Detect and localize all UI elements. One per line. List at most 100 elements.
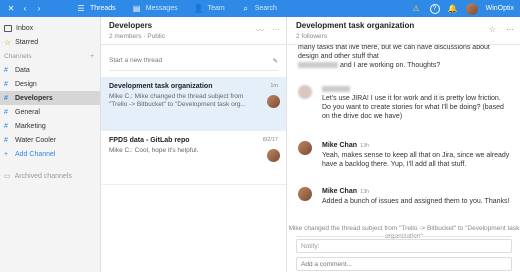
back-arrow-icon[interactable]: ‹ — [20, 4, 30, 14]
avatar — [267, 149, 280, 162]
top-bar-right: ⚠ ? 🔔 WinOptix — [411, 2, 520, 15]
new-thread-placeholder: Start a new thread — [109, 57, 163, 64]
sidebar-item-label: Inbox — [16, 24, 34, 32]
redacted-name — [298, 62, 338, 69]
hash-icon: # — [4, 108, 8, 116]
archived-channels-link[interactable]: ▭ Archived channels — [0, 169, 100, 183]
composer: Notify: — [296, 236, 512, 272]
add-channel-icon[interactable]: + — [90, 53, 94, 60]
sidebar-item-design[interactable]: # Design — [0, 77, 100, 91]
new-thread-input[interactable]: Start a new thread ✎ — [109, 51, 278, 71]
sidebar-item-label: Marketing — [15, 122, 46, 130]
comment-input[interactable] — [301, 260, 507, 268]
help-icon[interactable]: ? — [429, 3, 440, 14]
thread-time: 8/2/17 — [262, 137, 278, 143]
message-author — [322, 85, 510, 94]
sidebar-item-label: Design — [15, 80, 37, 88]
sidebar-item-label: Data — [15, 66, 30, 74]
message-item: Let's use JIRA! I use it for work and it… — [322, 85, 510, 121]
top-bar: ✕ ‹ › ☰ Threads ▤ Messages 👤 Team ⌕ Sear… — [0, 0, 520, 17]
sidebar-item-label: General — [15, 108, 40, 116]
sidebar-item-data[interactable]: # Data — [0, 63, 100, 77]
archive-icon: ▭ — [4, 173, 11, 180]
more-icon[interactable]: ⋯ — [506, 25, 514, 34]
compose-icon[interactable]: ✎ — [273, 57, 278, 65]
warning-icon[interactable]: ⚠ — [411, 4, 422, 14]
sidebar-item-general[interactable]: # General — [0, 105, 100, 119]
nav-search[interactable]: ⌕ Search — [233, 0, 285, 17]
add-channel-link[interactable]: + Add Channel — [0, 147, 100, 161]
add-channel-label: Add Channel — [15, 150, 56, 158]
thread-header: Development task organization 2 follower… — [288, 17, 520, 45]
archived-label: Archived channels — [14, 172, 72, 180]
notify-input[interactable] — [323, 242, 507, 250]
sidebar-item-label: Starred — [15, 38, 39, 46]
team-icon: 👤 — [193, 4, 204, 13]
thread-snippet: Mike C.: Mike changed the thread subject… — [109, 93, 246, 108]
nav-search-label: Search — [254, 5, 277, 12]
avatar — [298, 141, 312, 155]
channel-title: Developers — [109, 21, 153, 30]
avatar — [267, 95, 280, 108]
thread-list-pane: Developers 2 members · Public 〰 ⋯ Start … — [101, 17, 287, 272]
message-text: Let's use JIRA! I use it for work and it… — [322, 95, 504, 120]
forward-arrow-icon[interactable]: › — [34, 4, 44, 14]
message-tail-text: and I are working on. Thoughts? — [339, 62, 441, 69]
main-nav: ☰ Threads ▤ Messages 👤 Team ⌕ Search — [68, 0, 285, 17]
thread-item[interactable]: Development task organization Mike C.: M… — [101, 77, 286, 131]
sidebar-item-label: Water Cooler — [15, 136, 56, 144]
thread-followers: 2 followers — [296, 33, 328, 40]
notification-bell-icon[interactable]: 🔔 — [448, 4, 458, 14]
plus-icon: + — [4, 150, 9, 158]
message-author: Mike Chan 13h — [322, 141, 510, 151]
nav-threads[interactable]: ☰ Threads — [68, 0, 124, 17]
thread-title: Development task organization — [109, 83, 213, 90]
thread-snippet: Mike C.: Cool, hope it's helpful. — [109, 147, 199, 154]
redacted-author — [322, 86, 350, 93]
close-icon[interactable]: ✕ — [6, 4, 16, 14]
window-controls: ✕ ‹ › — [0, 4, 68, 14]
message-item: Mike Chan 13h Added a bunch of issues and… — [322, 187, 510, 206]
hash-icon: # — [4, 66, 8, 74]
message-author: Mike Chan 13h — [322, 187, 510, 197]
star-icon: ☆ — [4, 37, 12, 47]
nav-messages[interactable]: ▤ Messages — [124, 0, 186, 17]
hash-icon: # — [4, 94, 8, 102]
sidebar-item-inbox[interactable]: Inbox — [0, 21, 100, 35]
sidebar-item-marketing[interactable]: # Marketing — [0, 119, 100, 133]
user-name[interactable]: WinOptix — [486, 5, 514, 12]
message-time: 13h — [360, 143, 370, 149]
message-partial: many tasks that live there, but we can h… — [298, 45, 510, 70]
hash-icon: # — [4, 136, 8, 144]
user-avatar[interactable] — [465, 2, 478, 15]
search-icon: ⌕ — [243, 3, 248, 13]
inbox-icon — [4, 24, 12, 32]
sidebar-item-label: Developers — [15, 94, 53, 102]
comment-field[interactable] — [296, 257, 512, 271]
message-list: many tasks that live there, but we can h… — [288, 45, 520, 250]
thread-title: FPDS data - GitLab repo — [109, 137, 190, 144]
nav-threads-label: Threads — [90, 5, 116, 12]
sidebar: Inbox ☆ Starred Channels + # Data # Desi… — [0, 17, 101, 272]
channel-header: Developers 2 members · Public 〰 ⋯ — [101, 17, 286, 45]
channel-subtitle: 2 members · Public — [109, 33, 165, 40]
messages-icon: ▤ — [132, 4, 141, 13]
message-text: Yeah, makes sense to keep all that on Ji… — [322, 152, 510, 168]
sidebar-item-developers[interactable]: # Developers — [0, 91, 100, 105]
thread-detail-pane: Development task organization 2 follower… — [288, 17, 520, 272]
notify-label: Notify: — [301, 242, 320, 250]
thread-item[interactable]: FPDS data - GitLab repo Mike C.: Cool, h… — [101, 131, 286, 185]
sidebar-item-water-cooler[interactable]: # Water Cooler — [0, 133, 100, 147]
message-text: many tasks that live there, but we can h… — [298, 45, 490, 60]
message-time: 13h — [360, 189, 370, 195]
channels-label: Channels — [4, 52, 32, 60]
thread-time: 1m — [270, 83, 278, 89]
activity-icon[interactable]: 〰 — [256, 25, 264, 36]
sidebar-item-starred[interactable]: ☆ Starred — [0, 35, 100, 49]
nav-team[interactable]: 👤 Team — [186, 0, 233, 17]
nav-messages-label: Messages — [145, 5, 178, 12]
hash-icon: # — [4, 80, 8, 88]
star-icon[interactable]: ☆ — [489, 25, 496, 34]
more-icon[interactable]: ⋯ — [272, 25, 280, 36]
notify-field[interactable]: Notify: — [296, 239, 512, 253]
